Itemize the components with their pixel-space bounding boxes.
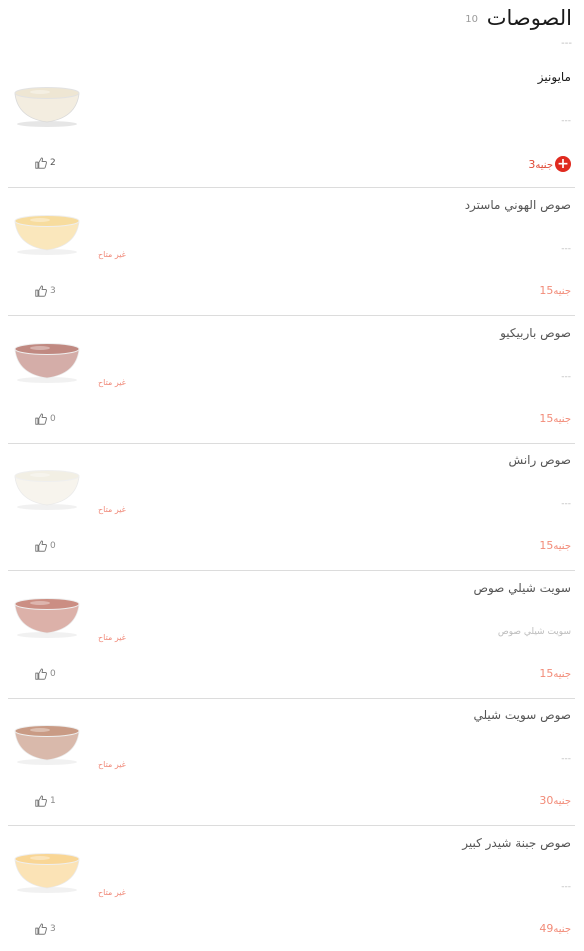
unavailable-badge: غير متاح	[98, 250, 126, 259]
item-name: صوص الهوني ماسترد	[464, 198, 571, 212]
likes-count: 3	[50, 924, 56, 934]
price-value: 15	[539, 284, 554, 297]
section-header: الصوصات 10 ---	[0, 0, 584, 60]
price-value: 15	[539, 412, 554, 425]
item-image	[14, 598, 80, 638]
item-price: 3جنيه	[528, 158, 553, 171]
price-currency: جنيه	[553, 796, 571, 807]
thumbs-up-icon	[35, 157, 47, 169]
likes-count: 0	[50, 541, 56, 551]
item-name: صوص باربيكيو	[500, 326, 571, 340]
unavailable-badge: غير متاح	[98, 505, 126, 514]
add-to-cart-button[interactable]: +	[555, 156, 571, 172]
price-row: 15جنيه	[539, 412, 571, 425]
item-name: صوص جبنة شيدر كبير	[462, 836, 571, 850]
price-currency: جنيه	[553, 414, 571, 425]
item-name: سويت شيلي صوص	[473, 581, 571, 595]
thumbs-up-icon	[35, 795, 47, 807]
thumbs-up-icon	[35, 923, 47, 935]
price-currency: جنيه	[553, 286, 571, 297]
like-button[interactable]: 2	[34, 156, 56, 170]
price-row: 15جنيه	[539, 667, 571, 680]
item-image	[14, 87, 80, 127]
item-description: ---	[561, 499, 571, 509]
item-image	[14, 725, 80, 765]
price-row: 49جنيه	[539, 922, 571, 935]
menu-item[interactable]: صوص باربيكيو --- 15جنيه غير متاح 0	[8, 316, 575, 444]
price-value: 49	[539, 922, 554, 935]
item-price: 15جنيه	[539, 412, 571, 425]
price-row: 15جنيه	[539, 284, 571, 297]
like-button[interactable]: 0	[34, 412, 56, 426]
likes-count: 3	[50, 286, 56, 296]
price-currency: جنيه	[553, 541, 571, 552]
price-currency: جنيه	[535, 159, 553, 171]
item-name: صوص رانش	[508, 453, 571, 467]
unavailable-badge: غير متاح	[98, 633, 126, 642]
menu-item[interactable]: صوص الهوني ماسترد --- 15جنيه غير متاح 3	[8, 188, 575, 316]
thumbs-up-icon	[35, 668, 47, 680]
likes-count: 2	[50, 158, 56, 168]
price-row: 15جنيه	[539, 539, 571, 552]
like-button[interactable]: 0	[34, 667, 56, 681]
item-price: 15جنيه	[539, 667, 571, 680]
section-description: ---	[561, 38, 572, 49]
menu-item[interactable]: مايونيز --- +3جنيه 2	[8, 60, 575, 188]
like-button[interactable]: 3	[34, 284, 56, 298]
thumbs-up-icon	[35, 285, 47, 297]
price-currency: جنيه	[553, 924, 571, 935]
price-row: 30جنيه	[539, 794, 571, 807]
price-value: 15	[539, 667, 554, 680]
item-image	[14, 470, 80, 510]
like-button[interactable]: 3	[34, 922, 56, 936]
unavailable-badge: غير متاح	[98, 378, 126, 387]
item-description: سويت شيلي صوص	[497, 627, 571, 637]
item-description: ---	[561, 754, 571, 764]
price-value: 30	[539, 794, 554, 807]
item-price: 49جنيه	[539, 922, 571, 935]
menu-item[interactable]: سويت شيلي صوص سويت شيلي صوص 15جنيه غير متاح…	[8, 571, 575, 699]
menu-item[interactable]: صوص رانش --- 15جنيه غير متاح 0	[8, 443, 575, 571]
item-image	[14, 853, 80, 893]
item-description: ---	[561, 244, 571, 254]
menu-item[interactable]: صوص سويت شيلي --- 30جنيه غير متاح 1	[8, 698, 575, 826]
likes-count: 1	[50, 796, 56, 806]
item-image	[14, 343, 80, 383]
likes-count: 0	[50, 414, 56, 424]
item-price: 30جنيه	[539, 794, 571, 807]
price-row: +3جنيه	[528, 156, 571, 172]
thumbs-up-icon	[35, 540, 47, 552]
item-image	[14, 215, 80, 255]
item-description: ---	[561, 372, 571, 382]
price-currency: جنيه	[553, 669, 571, 680]
menu-item[interactable]: صوص جبنة شيدر كبير --- 49جنيه غير متاح 3	[8, 826, 575, 951]
unavailable-badge: غير متاح	[98, 888, 126, 897]
section-title: الصوصات	[486, 6, 572, 30]
like-button[interactable]: 0	[34, 539, 56, 553]
item-price: 15جنيه	[539, 284, 571, 297]
item-description: ---	[561, 116, 571, 126]
item-description: ---	[561, 882, 571, 892]
thumbs-up-icon	[35, 413, 47, 425]
item-name: صوص سويت شيلي	[473, 708, 571, 722]
section-item-count: 10	[465, 14, 478, 25]
item-name: مايونيز	[537, 70, 571, 84]
likes-count: 0	[50, 669, 56, 679]
unavailable-badge: غير متاح	[98, 760, 126, 769]
like-button[interactable]: 1	[34, 794, 56, 808]
item-price: 15جنيه	[539, 539, 571, 552]
price-value: 15	[539, 539, 554, 552]
